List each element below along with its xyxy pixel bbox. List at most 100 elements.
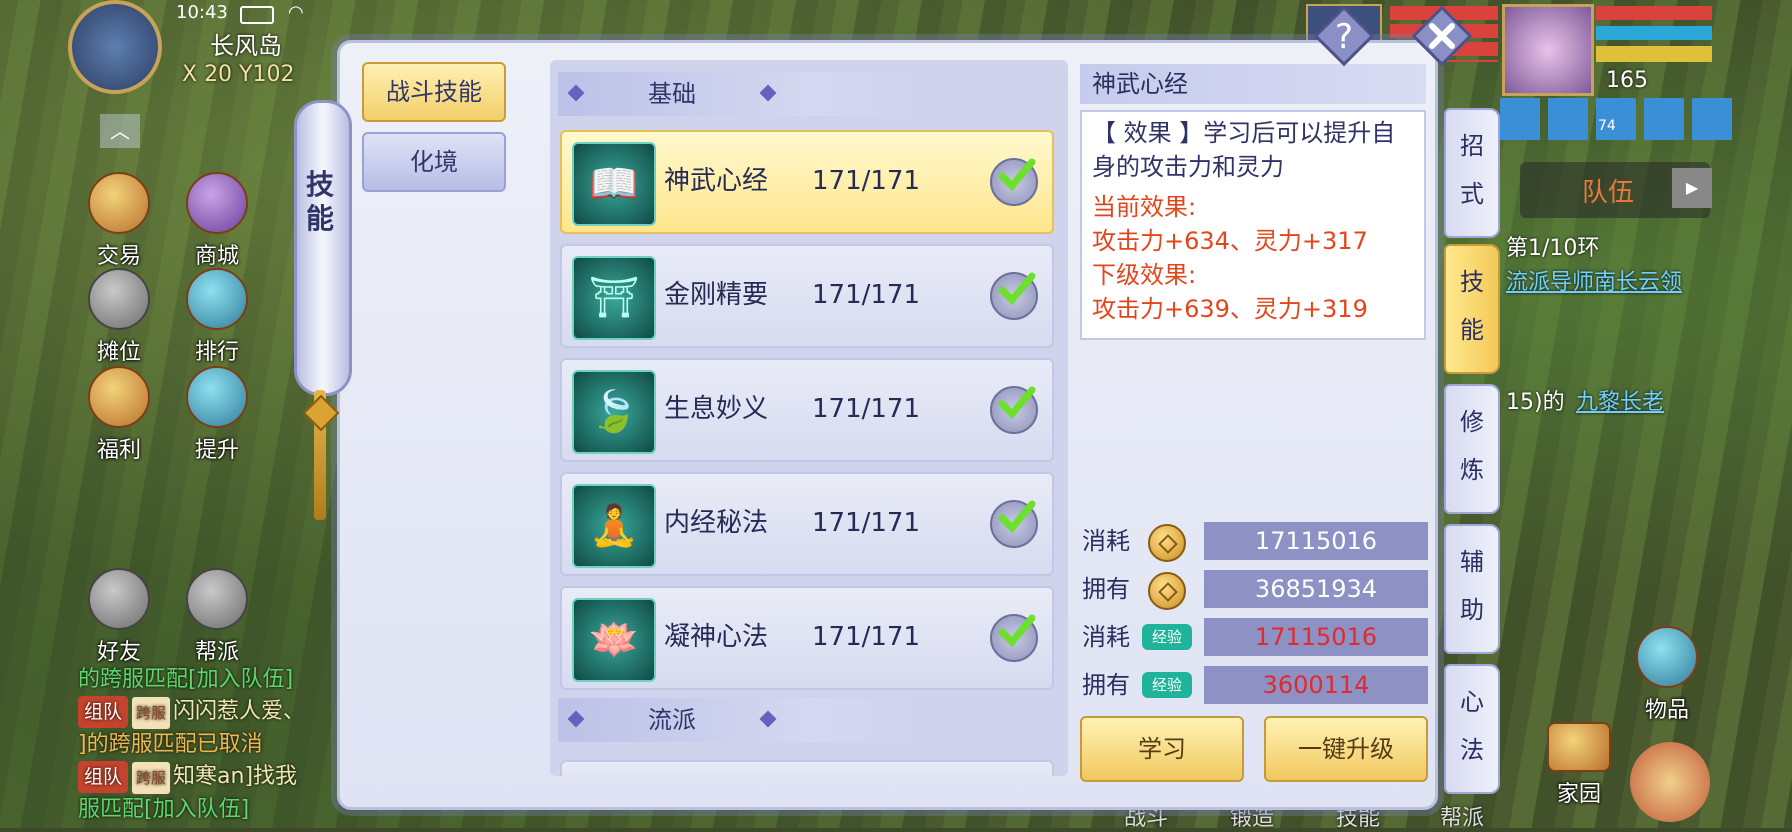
cost-value: 17115016 [1204,522,1428,560]
bag-icon [1636,626,1698,688]
ranking-button[interactable]: 排行 [174,268,260,366]
skill-level: 171/171 [812,508,921,538]
tab-label: 招式 [1460,132,1484,208]
skill-pagoda-icon: ⛩ [572,256,656,340]
tab-label: 辅助 [1460,548,1484,624]
diamond-icon [567,84,585,102]
quest-line2-name[interactable]: 九黎长老 [1576,384,1664,416]
map-name: 长风岛 [210,32,282,60]
skill-list[interactable]: 基础 📖 神武心经 171/171 ⛩ 金刚精要 171/171 🍃 生息妙义 … [550,60,1068,776]
section-title: 基础 [648,80,696,108]
stall-icon [88,268,150,330]
wifi-icon: ◠ [288,2,304,23]
tab-skills[interactable]: 技能 [1444,244,1500,374]
chat-line: 组队 跨服 闪闪惹人爱、 [78,696,328,729]
map-coords: X 20 Y102 [182,62,295,87]
cross-server-tag: 跨服 [132,762,171,794]
upgrade-all-button[interactable]: 一键升级 [1264,716,1428,782]
guild-voice-icon [186,568,248,630]
owned-exp-row: 拥有 经验 3600114 [1082,666,1428,704]
diamond-icon [759,84,777,102]
home-icon [1547,722,1611,772]
quest-line[interactable]: 流派导师南长云领 [1506,264,1682,296]
tab-assist[interactable]: 辅助 [1444,524,1500,654]
coin-icon [1148,572,1186,610]
checkmark-icon [990,272,1038,320]
skill-row-shenwu[interactable]: 📖 神武心经 171/171 [560,130,1054,234]
tab-moves[interactable]: 招式 [1444,108,1500,238]
owned-value: 3600114 [1204,666,1428,704]
cost-label: 消耗 [1082,623,1130,651]
trade-icon [88,172,150,234]
cross-server-tag: 跨服 [132,697,171,729]
home-button[interactable]: 家园 [1536,722,1622,808]
question-icon: ? [1313,5,1375,67]
panel-scroll-ornament: 技能 [294,80,352,520]
skill-row-ningshen[interactable]: 🪷 凝神心法 171/171 [560,586,1054,690]
skill-lotus-icon: 🪷 [572,598,656,682]
close-icon [1411,5,1473,67]
friends-button[interactable]: 好友 [76,568,162,666]
buff-icons[interactable] [1500,98,1732,140]
tab-label: 修炼 [1460,408,1484,484]
diamond-icon [567,710,585,728]
tassel-knot [302,394,340,432]
player-avatar[interactable] [1502,4,1594,96]
quest-progress[interactable]: 第1/10环 [1506,230,1599,262]
skill-level: 171/171 [812,622,921,652]
shop-button[interactable]: 商城 [174,172,260,270]
player-bars [1596,6,1712,62]
ranking-icon [186,268,248,330]
chat-text: 知寒an]找我 [173,764,298,789]
checkmark-icon [990,158,1038,206]
owned-label: 拥有 [1082,671,1130,699]
map-avatar[interactable] [68,0,162,94]
collapse-arrow-icon[interactable]: ︿ [100,114,140,148]
skill-name: 内经秘法 [664,508,769,538]
tab-label: 心法 [1460,688,1484,764]
skill-row-neijing[interactable]: 🧘 内经秘法 171/171 [560,472,1054,576]
chat-text: 闪闪惹人爱、 [173,699,306,724]
team-arrow-icon[interactable]: ▶ [1672,168,1712,208]
team-tag: 组队 [78,761,129,793]
tab-battle-skills[interactable]: 战斗技能 [362,62,506,122]
skill-row-partial[interactable] [560,760,1054,776]
items-button[interactable]: 物品 [1624,626,1710,724]
learn-button[interactable]: 学习 [1080,716,1244,782]
fan-icon[interactable] [1630,742,1710,822]
chat-line: 服匹配[加入队伍] [78,797,250,822]
close-button[interactable] [1410,4,1474,68]
buff-count: 74 [1598,118,1616,134]
welfare-button[interactable]: 福利 [76,366,162,464]
chat-panel[interactable]: 的跨服匹配[加入队伍] 组队 跨服 闪闪惹人爱、 ]的跨服匹配已取消 组队 跨服 知寒a… [78,664,328,828]
skill-leaf-icon: 🍃 [572,370,656,454]
skill-level: 171/171 [812,166,921,196]
team-tab[interactable]: 队伍 ▶ [1520,162,1712,218]
detail-title: 神武心经 [1080,64,1426,104]
current-effect-label: 当前效果: [1092,193,1197,221]
skill-book-icon: 📖 [572,142,656,226]
tab-cultivate[interactable]: 修炼 [1444,384,1500,514]
tab-realm[interactable]: 化境 [362,132,506,192]
effect-text: 【 效果 】学习后可以提升自身的攻击力和灵力 [1092,119,1396,181]
skill-row-jingang[interactable]: ⛩ 金刚精要 171/171 [560,244,1054,348]
skill-row-shengxi[interactable]: 🍃 生息妙义 171/171 [560,358,1054,462]
help-button[interactable]: ? [1312,4,1376,68]
bottom-hidden-guild[interactable]: 帮派 [1440,800,1484,832]
tab-mind-method[interactable]: 心法 [1444,664,1500,794]
svg-text:?: ? [1335,17,1353,57]
skill-level: 171/171 [812,394,921,424]
stall-button[interactable]: 摊位 [76,268,162,366]
shop-icon [186,172,248,234]
chat-line: 组队 跨服 知寒an]找我 [78,761,328,794]
improve-button[interactable]: 提升 [174,366,260,464]
coin-icon [1148,524,1186,562]
guild-voice-button[interactable]: 帮派 [174,568,260,666]
trade-button[interactable]: 交易 [76,172,162,270]
tab-label: 技能 [1460,268,1484,344]
exp-icon: 经验 [1142,624,1192,650]
section-title: 流派 [648,706,696,734]
skill-name: 神武心经 [664,166,769,196]
skill-name: 金刚精要 [664,280,769,310]
time-label: 10:43 [176,2,228,23]
